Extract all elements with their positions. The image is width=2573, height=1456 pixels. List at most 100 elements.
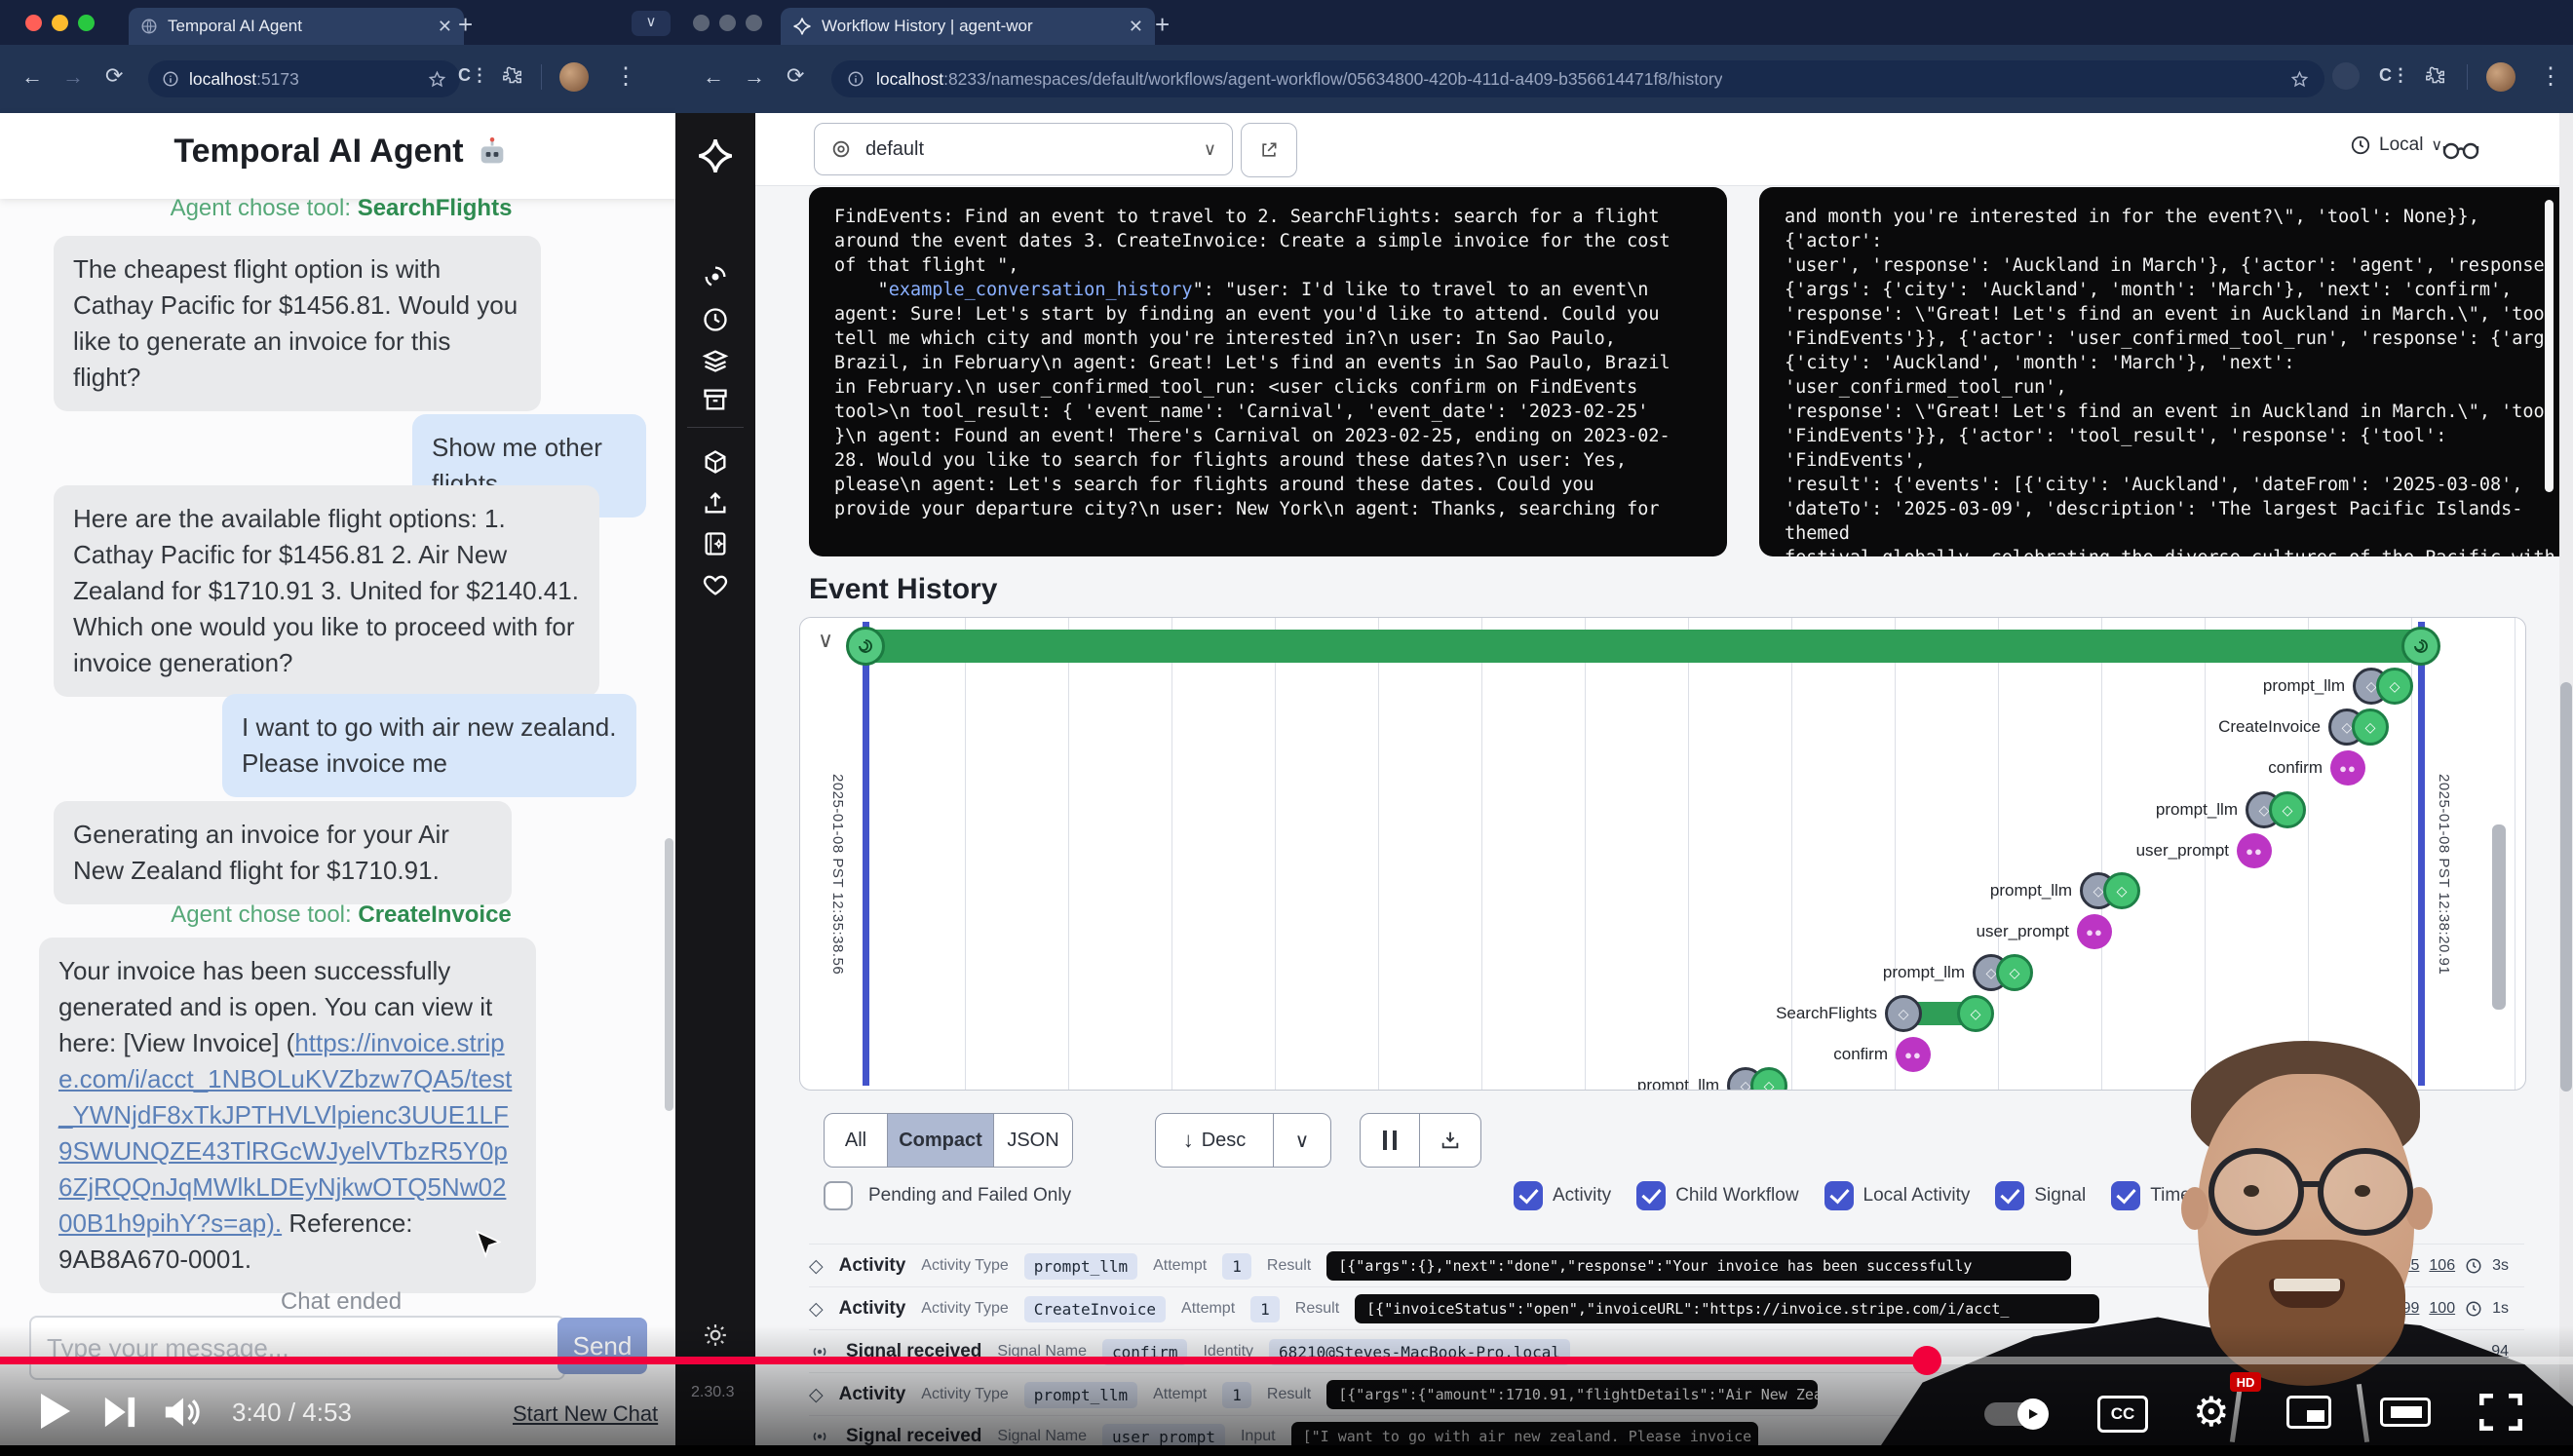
timeline-event[interactable]: ◇◇ (1727, 1067, 1787, 1091)
password-extension-icon-right[interactable]: C⋮ (2379, 65, 2409, 86)
sidebar-item-feedback[interactable] (694, 563, 737, 606)
chat-scrollbar[interactable] (665, 838, 673, 1111)
timeline-event[interactable]: ◇◇ (2246, 791, 2306, 828)
minimize-window-button[interactable] (52, 15, 68, 31)
pending-failed-filter[interactable]: Pending and Failed Only (824, 1181, 1071, 1210)
left-address-bar[interactable]: localhost:5173 (148, 60, 460, 97)
minimize-window-button-right[interactable] (719, 15, 736, 31)
invoice-link[interactable]: https://invoice.stripe.com/i/acct_1NBOLu… (58, 1028, 512, 1238)
sidebar-item-docs[interactable] (694, 522, 737, 565)
timezone-select[interactable]: Local ∨ (2350, 134, 2442, 156)
video-playhead[interactable] (1912, 1346, 1941, 1375)
chat-title-row: Temporal AI Agent (0, 133, 682, 171)
reload-button-right[interactable]: ⟳ (787, 63, 804, 89)
sidebar-item-import[interactable] (694, 481, 737, 524)
close-tab-icon-right[interactable]: ✕ (1129, 17, 1143, 37)
labs-glasses-icon[interactable] (2441, 136, 2480, 162)
code-panel-right[interactable]: and month you're interested in for the e… (1759, 187, 2573, 556)
sort-chevron-button[interactable]: ∨ (1274, 1114, 1330, 1167)
activity-diamond-icon: ◇ (809, 1255, 824, 1278)
activity-checkbox[interactable] (1514, 1181, 1543, 1210)
sort-desc-button[interactable]: ↓Desc (1156, 1114, 1274, 1167)
close-window-button[interactable] (25, 15, 42, 31)
back-button[interactable]: ← (21, 64, 43, 90)
toolbar-divider-right (2467, 64, 2468, 90)
play-button[interactable] (37, 1392, 72, 1431)
left-url-domain: localhost (189, 69, 256, 89)
fullscreen-button[interactable] (2479, 1394, 2522, 1431)
close-tab-icon[interactable]: ✕ (438, 17, 452, 37)
code-panel-left[interactable]: FindEvents: Find an event to travel to 2… (809, 187, 1727, 556)
filter-child-workflow[interactable]: Child Workflow (1636, 1181, 1798, 1210)
video-progress-played[interactable] (0, 1357, 1927, 1364)
timeline-event[interactable]: ◇◇ (2328, 709, 2389, 746)
close-window-button-right[interactable] (693, 15, 710, 31)
extensions-puzzle-icon[interactable] (502, 66, 523, 88)
settings-gear-icon[interactable]: ⚙ (2193, 1388, 2230, 1436)
video-letterbox (0, 1445, 2573, 1454)
namespace-icon (830, 138, 852, 160)
miniplayer-button[interactable] (2286, 1396, 2331, 1429)
workflow-execution-bar[interactable] (861, 630, 2424, 663)
video-progress-remaining[interactable] (1927, 1357, 2573, 1364)
download-button[interactable] (1420, 1114, 1480, 1167)
site-info-icon[interactable] (162, 70, 179, 88)
profile-avatar-right[interactable] (2486, 62, 2515, 92)
next-button[interactable] (103, 1395, 136, 1430)
sidebar-item-archive[interactable] (694, 378, 737, 421)
pause-button[interactable] (1361, 1114, 1420, 1167)
code-right-scrollbar[interactable] (2545, 200, 2554, 492)
browser-menu-icon[interactable]: ⋮ (614, 62, 637, 91)
sidebar-item-namespaces[interactable] (694, 339, 737, 382)
zoom-window-button-right[interactable] (746, 15, 762, 31)
browser-menu-icon-right[interactable]: ⋮ (2539, 62, 2562, 91)
clock-icon (2350, 134, 2371, 156)
workflow-start-icon[interactable] (846, 627, 885, 666)
workflow-end-icon[interactable] (2401, 627, 2440, 666)
back-button-right[interactable]: ← (703, 64, 724, 90)
forward-button-right[interactable]: → (744, 64, 765, 90)
timeline-event[interactable]: ●● (2077, 914, 2112, 949)
timeline-event[interactable]: ●● (2330, 750, 2365, 785)
new-tab-button-right[interactable]: + (1155, 10, 1170, 40)
new-tab-button[interactable]: + (458, 10, 473, 40)
theater-mode-button[interactable] (2380, 1398, 2431, 1427)
theme-extension-icon[interactable] (2332, 62, 2360, 90)
volume-button[interactable] (164, 1396, 203, 1429)
captions-button[interactable]: CC (2097, 1396, 2148, 1433)
sidebar-item-workflows[interactable] (694, 255, 737, 298)
sidebar-item-batch[interactable] (694, 441, 737, 483)
password-extension-icon[interactable]: C⋮ (458, 65, 488, 86)
left-browser-tab[interactable]: Temporal AI Agent ✕ (129, 8, 464, 45)
right-browser-tab[interactable]: Workflow History | agent-wor ✕ (781, 8, 1155, 45)
site-info-icon-right[interactable] (847, 70, 864, 88)
temporal-logo-sidebar-icon[interactable] (696, 136, 735, 175)
timeline-event[interactable]: ◇◇ (2080, 872, 2140, 909)
timeline-scrollbar[interactable] (2492, 824, 2506, 1010)
filter-activity[interactable]: Activity (1514, 1181, 1611, 1210)
tab-search-button[interactable]: ∨ (632, 11, 671, 36)
local-activity-checkbox[interactable] (1824, 1181, 1854, 1210)
right-address-bar[interactable]: localhost:8233/namespaces/default/workfl… (831, 60, 2324, 97)
view-compact-button[interactable]: Compact (888, 1114, 994, 1167)
timeline-event[interactable]: ◇◇ (2353, 668, 2413, 705)
timeline-event[interactable]: ◇◇ (1973, 954, 2033, 991)
sidebar-item-schedules[interactable] (694, 298, 737, 341)
view-json-button[interactable]: JSON (994, 1114, 1072, 1167)
zoom-window-button[interactable] (78, 15, 95, 31)
extensions-puzzle-icon-right[interactable] (2425, 66, 2446, 88)
namespace-select[interactable]: default ∨ (814, 123, 1233, 175)
profile-avatar[interactable] (559, 62, 589, 92)
view-all-button[interactable]: All (825, 1114, 888, 1167)
timeline-collapse-chevron[interactable]: ∨ (818, 628, 833, 653)
timeline-event[interactable]: ●● (2237, 833, 2272, 868)
pending-failed-checkbox[interactable] (824, 1181, 853, 1210)
namespace-open-button[interactable] (1241, 123, 1297, 177)
bookmark-star-icon-right[interactable] (2290, 70, 2309, 89)
bookmark-star-icon[interactable] (428, 70, 446, 89)
child-workflow-checkbox[interactable] (1636, 1181, 1666, 1210)
reload-button[interactable]: ⟳ (105, 63, 123, 89)
autoplay-toggle[interactable] (1984, 1402, 2047, 1426)
forward-button[interactable]: → (62, 64, 84, 90)
agent-message-2: Here are the available flight options: 1… (54, 485, 599, 697)
